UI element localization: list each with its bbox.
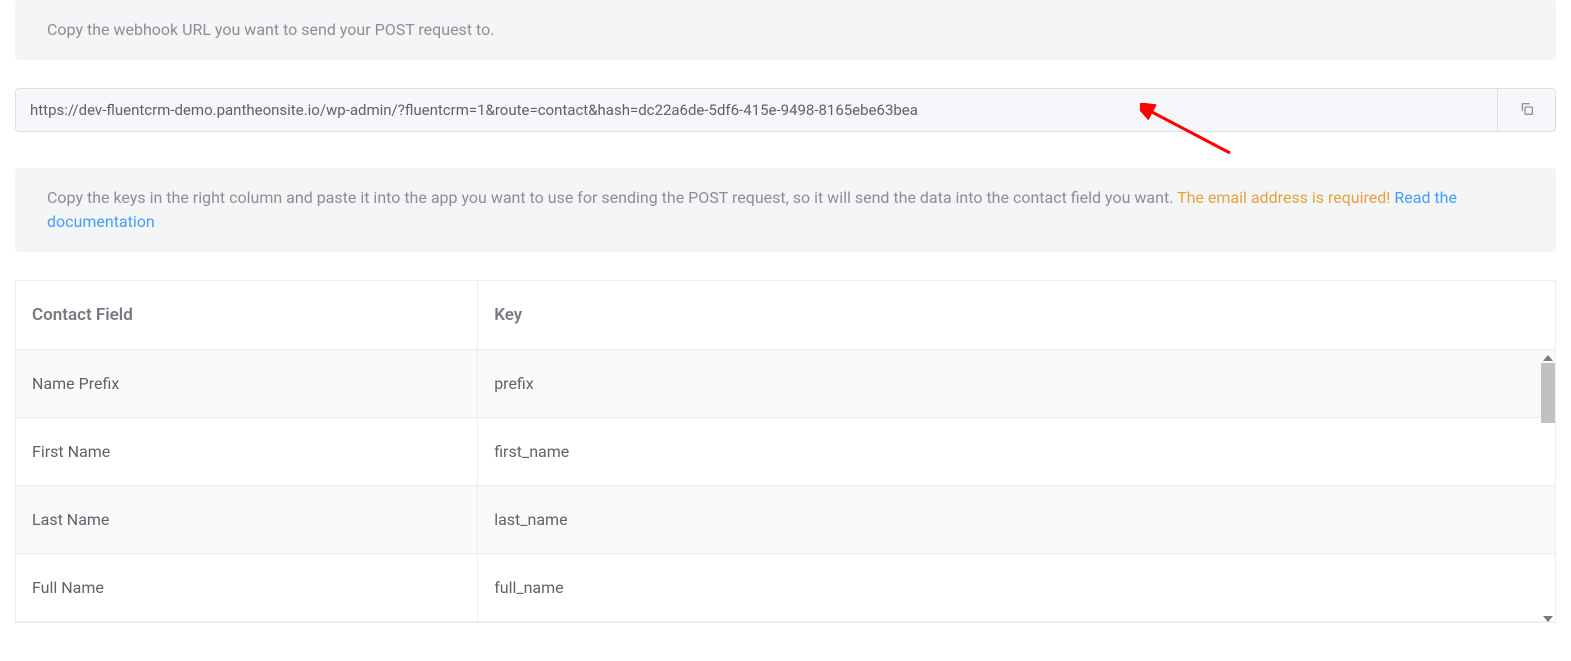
copy-icon [1519, 101, 1535, 120]
info-text: Copy the webhook URL you want to send yo… [47, 20, 494, 39]
info-box-keys: Copy the keys in the right column and pa… [15, 168, 1556, 252]
table-header-key: Key [478, 281, 1555, 350]
contact-fields-table: Contact Field Key Name Prefix prefix Fir… [16, 281, 1555, 622]
contact-fields-table-wrap: Contact Field Key Name Prefix prefix Fir… [15, 280, 1556, 623]
table-row: Last Name last_name [16, 486, 1555, 554]
cell-key: last_name [478, 486, 1555, 554]
webhook-url-input[interactable] [15, 88, 1498, 132]
scroll-down-icon [1543, 616, 1553, 622]
info-text-part1: Copy the keys in the right column and pa… [47, 188, 1177, 207]
table-row: First Name first_name [16, 418, 1555, 486]
cell-field: Name Prefix [16, 350, 478, 418]
table-row: Full Name full_name [16, 554, 1555, 622]
table-row: Name Prefix prefix [16, 350, 1555, 418]
info-box-webhook-url: Copy the webhook URL you want to send yo… [15, 0, 1556, 60]
cell-key: first_name [478, 418, 1555, 486]
cell-field: Last Name [16, 486, 478, 554]
scroll-thumb[interactable] [1541, 363, 1555, 423]
cell-field: First Name [16, 418, 478, 486]
scroll-up-icon [1543, 355, 1553, 361]
scrollbar[interactable] [1541, 355, 1555, 622]
info-text-warning: The email address is required! [1177, 188, 1394, 207]
table-header-field: Contact Field [16, 281, 478, 350]
cell-key: full_name [478, 554, 1555, 622]
copy-url-button[interactable] [1498, 88, 1556, 132]
cell-key: prefix [478, 350, 1555, 418]
cell-field: Full Name [16, 554, 478, 622]
webhook-url-row [15, 88, 1556, 132]
